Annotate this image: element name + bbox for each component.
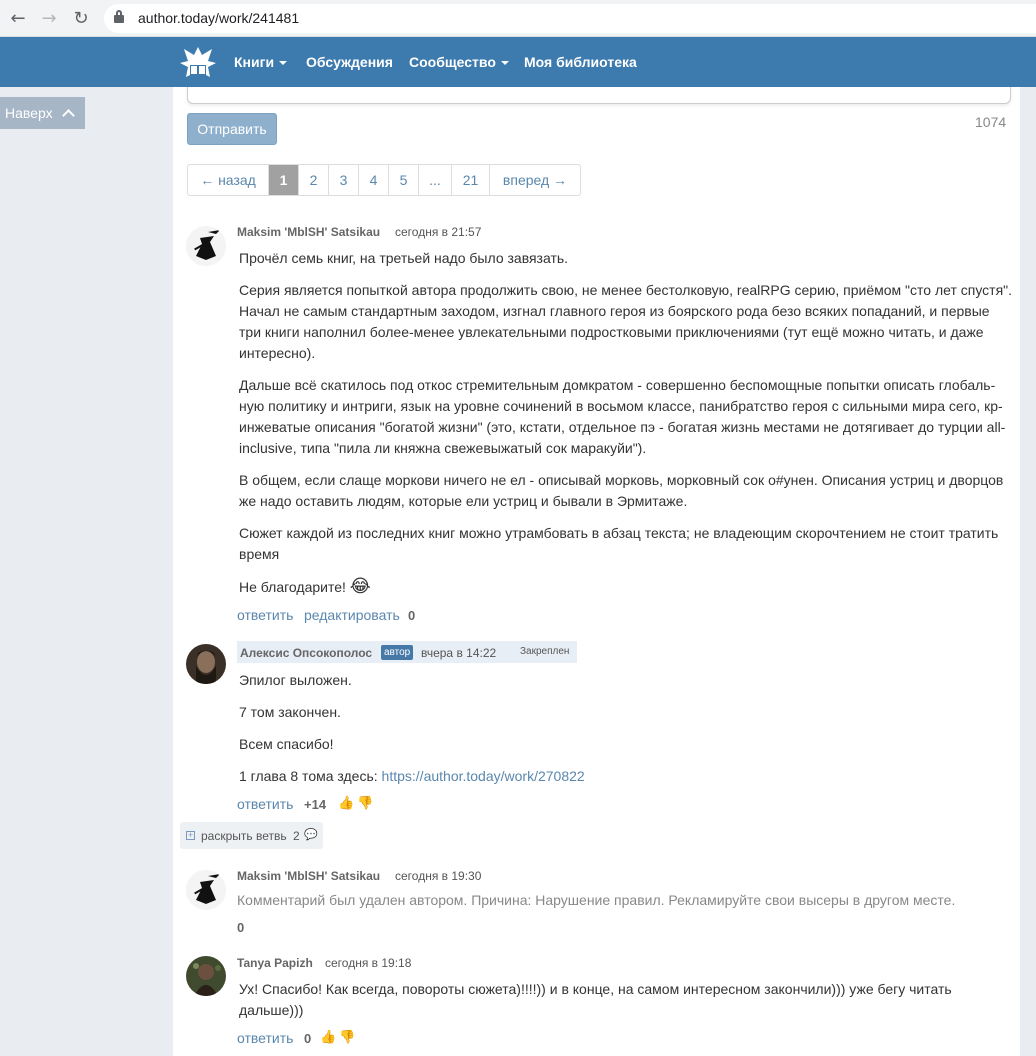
comment-time[interactable]: сегодня в 21:57: [395, 225, 481, 239]
pagination-next[interactable]: вперед →: [490, 165, 580, 195]
edit-link[interactable]: редактировать: [304, 607, 400, 623]
chevron-down-icon: [279, 61, 288, 66]
branch-count: 2: [293, 829, 300, 843]
thumbs-up-icon[interactable]: 👍: [320, 1030, 336, 1045]
pagination-page[interactable]: 4: [359, 165, 389, 195]
nav-discussions[interactable]: Обсуждения: [306, 54, 393, 70]
site-header: [0, 37, 1036, 87]
reply-link[interactable]: ответить: [237, 796, 293, 812]
url-text[interactable]: author.today/work/241481: [138, 10, 299, 26]
pagination-ellipsis: ...: [419, 165, 452, 195]
link-prefix: 1 глава 8 тома здесь:: [239, 768, 382, 784]
comment-time[interactable]: сегодня в 19:18: [325, 956, 411, 970]
pagination-page[interactable]: 21: [452, 165, 490, 195]
comment-author[interactable]: Tanya Papizh: [237, 956, 313, 970]
comment-paragraph: Всем спасибо!: [239, 736, 334, 752]
expand-plus-icon: +: [186, 830, 195, 840]
nav-books[interactable]: Книги: [234, 54, 288, 70]
pagination: ← назад 1 2 3 4 5 ... 21 вперед →: [187, 164, 581, 196]
back-arrow-icon[interactable]: ←: [7, 8, 29, 30]
pagination-prev[interactable]: ← назад: [188, 165, 269, 195]
scroll-to-top-button[interactable]: Наверх: [0, 97, 85, 129]
comment-author[interactable]: Maksim 'MblSH' Satsikau: [237, 225, 380, 239]
avatar[interactable]: [186, 956, 226, 996]
avatar[interactable]: [186, 644, 226, 684]
char-counter: 1074: [975, 114, 1007, 130]
browser-toolbar: ← → ↻ author.today/work/241481: [0, 0, 1036, 37]
comment-time[interactable]: вчера в 14:22: [421, 646, 496, 660]
avatar[interactable]: [186, 226, 226, 266]
comment-paragraph: Дальше всё скатилось под откос стремител…: [239, 377, 1006, 456]
expand-branch-label: раскрыть ветвь: [201, 829, 287, 843]
comment-score: 0: [304, 1031, 312, 1046]
comment-paragraph: 7 том закончен.: [239, 704, 341, 720]
lock-icon: [114, 10, 124, 23]
pagination-page[interactable]: 5: [389, 165, 419, 195]
chapter-link[interactable]: https://author.today/work/270822: [382, 768, 585, 784]
comment-paragraph: В общем, если слаще моркови ничего не ел…: [239, 472, 1004, 509]
comment-paragraph: Ух! Спасибо! Как всегда, повороты сюжета…: [239, 981, 952, 1018]
author-badge: автор: [381, 645, 414, 660]
pinned-label: Закреплен: [520, 646, 570, 657]
comment-paragraph-text: Не благодарите!: [239, 579, 346, 595]
comment-time[interactable]: сегодня в 19:30: [395, 869, 481, 883]
deleted-comment-text: Комментарий был удален автором. Причина:…: [237, 892, 956, 908]
comment-score: +14: [304, 797, 327, 812]
avatar[interactable]: [186, 870, 226, 910]
forward-arrow-icon[interactable]: →: [38, 8, 60, 30]
chevron-down-icon: [500, 61, 509, 66]
reply-link[interactable]: ответить: [237, 1030, 293, 1046]
comment-paragraph: 1 глава 8 тома здесь: https://author.tod…: [239, 766, 1014, 787]
pagination-page[interactable]: 1: [269, 165, 299, 195]
comment-paragraph: Серия является попыткой автора продолжит…: [239, 282, 1013, 361]
comment-textarea[interactable]: [187, 87, 1011, 104]
reply-link[interactable]: ответить: [237, 607, 293, 623]
scroll-to-top-label: Наверх: [5, 105, 53, 121]
comment-paragraph: Прочёл семь книг, на третьей надо было з…: [239, 250, 569, 266]
pagination-page[interactable]: 2: [299, 165, 329, 195]
comments-bubble-icon: 💬: [304, 828, 318, 841]
comment-score: 0: [408, 608, 416, 623]
thumbs-down-icon[interactable]: 👎: [339, 1030, 355, 1045]
nav-books-label: Книги: [234, 54, 275, 70]
expand-branch-button[interactable]: + раскрыть ветвь 2 💬: [180, 822, 323, 849]
comment-author[interactable]: Алексис Опсокополос: [240, 646, 372, 660]
laughing-emoji-icon: 😂: [349, 576, 371, 597]
nav-community[interactable]: Сообщество: [409, 54, 509, 70]
thumbs-down-icon[interactable]: 👎: [357, 796, 373, 811]
reload-icon[interactable]: ↻: [70, 8, 92, 30]
thumbs-up-icon[interactable]: 👍: [338, 796, 354, 811]
comment-paragraph: Эпилог выложен.: [239, 672, 352, 688]
pagination-page[interactable]: 3: [329, 165, 359, 195]
comment-paragraph: Сюжет каждой из последних книг можно утр…: [239, 525, 999, 562]
comment-paragraph: Не благодарите! 😂: [239, 576, 371, 598]
site-logo-icon[interactable]: [178, 43, 218, 83]
nav-my-library[interactable]: Моя библиотека: [524, 54, 637, 70]
send-button[interactable]: Отправить: [187, 113, 277, 145]
comment-score: 0: [237, 920, 245, 935]
comment-author[interactable]: Maksim 'MblSH' Satsikau: [237, 869, 380, 883]
nav-community-label: Сообщество: [409, 54, 496, 70]
chevron-up-icon: [62, 109, 76, 122]
